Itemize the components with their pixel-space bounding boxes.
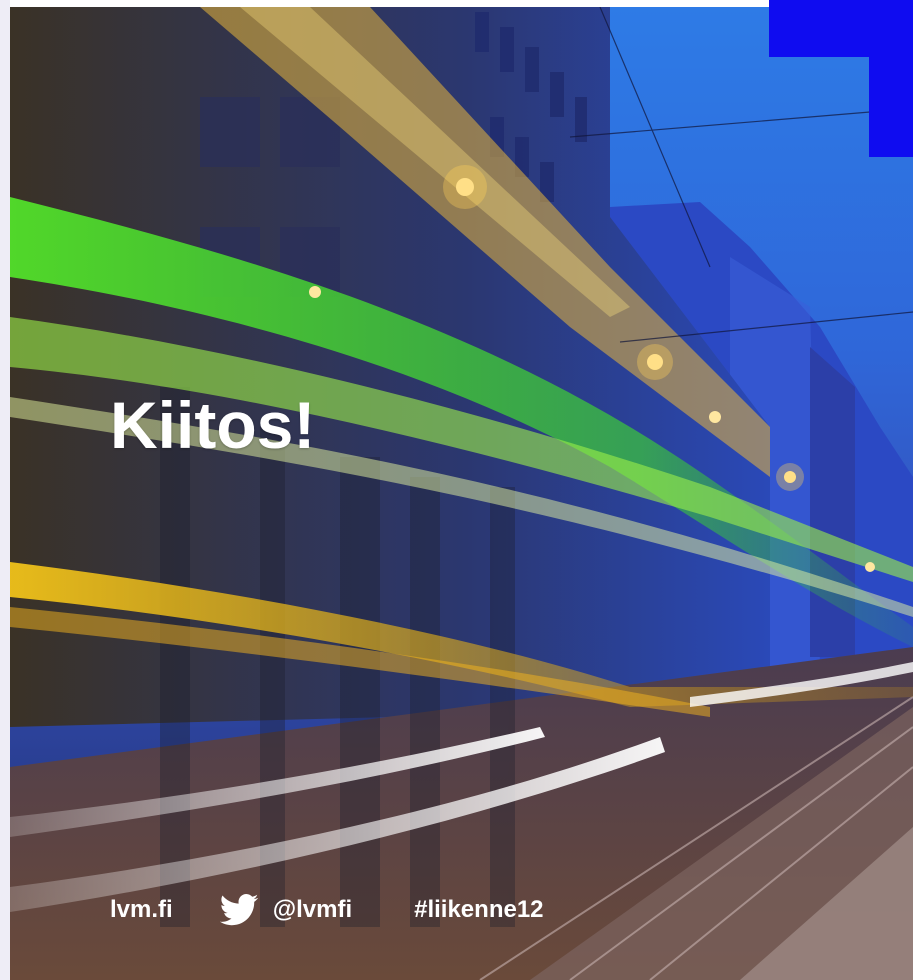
twitter-bird-icon [219, 894, 258, 926]
hashtag-label: #liikenne12 [414, 896, 544, 923]
slide: Kiitos! lvm.fi @lvmfi #liikenne12 [0, 0, 913, 980]
slide-footer: lvm.fi @lvmfi #liikenne12 [110, 893, 544, 927]
website-link[interactable]: lvm.fi [110, 896, 173, 924]
brand-corner-block-tail [869, 57, 913, 157]
twitter-handle: @lvmfi [272, 896, 353, 923]
brand-corner-block-top [769, 0, 913, 57]
twitter-link[interactable]: @lvmfi [219, 894, 352, 926]
slide-title: Kiitos! [110, 388, 316, 462]
brand-corner-block [769, 0, 913, 157]
left-margin-bar [0, 0, 10, 980]
